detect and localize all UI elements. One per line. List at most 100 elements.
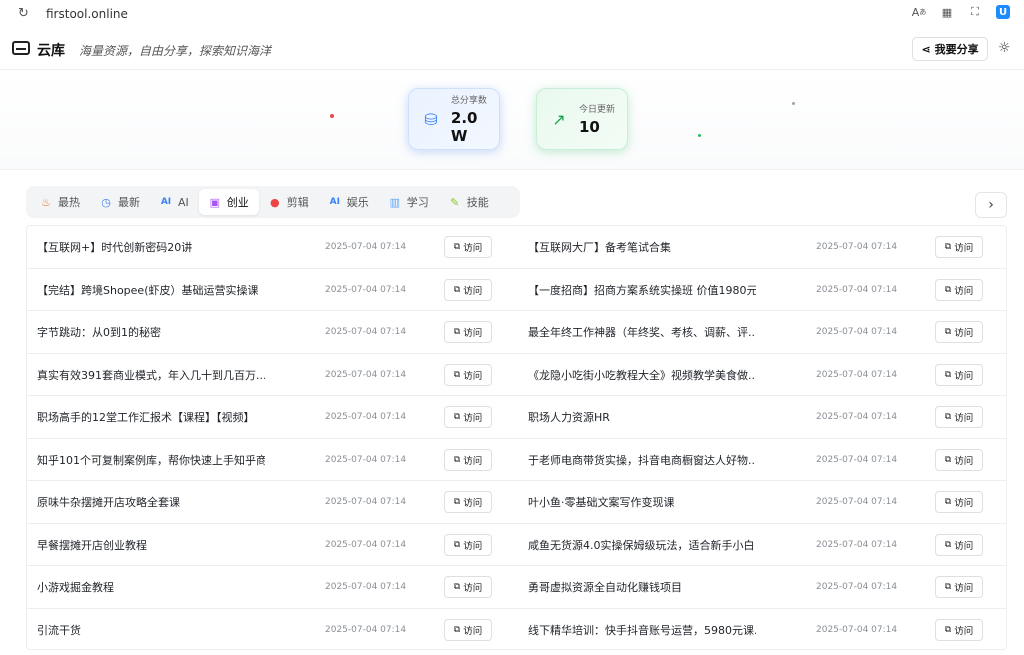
- tab-ai[interactable]: AI AI: [150, 189, 199, 215]
- external-link-icon: ⧉: [944, 284, 952, 295]
- tab-skills[interactable]: ✎ 技能: [439, 189, 499, 215]
- resource-title[interactable]: 《龙隐小吃街小吃教程大全》视频教学美食做...: [528, 354, 756, 396]
- share-button[interactable]: ⋖ 我要分享: [912, 37, 988, 61]
- visit-cell: ⧉ 访问: [444, 439, 492, 481]
- category-tabs: ♨ 最热 ◷ 最新 AI AI ▣ 创业 ● 剪辑 AI 娱乐 ▥ 学习 ✎ 技能: [26, 186, 520, 218]
- visit-button[interactable]: ⧉ 访问: [935, 278, 983, 301]
- external-link-icon: ⧉: [453, 582, 461, 592]
- visit-button[interactable]: ⧉ 访问: [444, 363, 492, 386]
- sun-icon[interactable]: ☼: [998, 40, 1011, 56]
- visit-button[interactable]: ⧉ 访问: [935, 491, 983, 513]
- visit-button-label: 访问: [954, 625, 974, 637]
- visit-button[interactable]: ⧉ 访问: [444, 321, 492, 343]
- address-bar[interactable]: firstool.online: [46, 7, 128, 21]
- tab-hot[interactable]: ♨ 最热: [30, 189, 90, 215]
- visit-button[interactable]: ⧉ 访问: [444, 278, 492, 301]
- table-row: 职场高手的12堂工作汇报术【课程】【视频】 2025-07-04 07:14 ⧉ 访问…: [27, 396, 1006, 439]
- visit-button-label: 访问: [463, 285, 483, 297]
- tab-label: 技能: [466, 196, 489, 209]
- resource-title[interactable]: 早餐摆摊开店创业教程: [37, 524, 147, 566]
- visit-button[interactable]: ⧉ 访问: [935, 321, 983, 343]
- qr-code-icon[interactable]: ▦: [940, 5, 954, 19]
- tab-editing[interactable]: ● 剪辑: [259, 189, 319, 215]
- resource-title[interactable]: 【完结】跨境Shopee(虾皮）基础运营实操课: [37, 269, 259, 311]
- resource-title[interactable]: 勇哥虚拟资源全自动化赚钱项目: [528, 566, 682, 608]
- visit-cell: ⧉ 访问: [444, 269, 492, 311]
- tab-label: 剪辑: [286, 196, 309, 209]
- resource-title[interactable]: 职场人力资源HR: [528, 396, 610, 438]
- visit-button[interactable]: ⧉ 访问: [935, 618, 983, 641]
- visit-cell: ⧉ 访问: [444, 524, 492, 566]
- visit-button[interactable]: ⧉ 访问: [444, 618, 492, 641]
- visit-button[interactable]: ⧉ 访问: [935, 236, 983, 258]
- external-link-icon: ⧉: [944, 369, 952, 380]
- translate-icon[interactable]: Aあ: [912, 5, 927, 19]
- visit-button-label: 访问: [463, 583, 483, 594]
- resource-title[interactable]: 职场高手的12堂工作汇报术【课程】【视频】: [37, 396, 255, 438]
- external-link-icon: ⧉: [944, 582, 952, 592]
- tab-newest[interactable]: ◷ 最新: [90, 189, 150, 215]
- site-logo-text[interactable]: 云库: [37, 40, 65, 60]
- external-link-icon: ⧉: [453, 284, 461, 295]
- visit-button[interactable]: ⧉ 访问: [444, 576, 492, 598]
- resource-date: 2025-07-04 07:14: [325, 539, 407, 550]
- chevron-right-icon[interactable]: ›: [975, 192, 1007, 218]
- table-row: 字节跳动：从0到1的秘密 2025-07-04 07:14 ⧉ 访问 最全年终工作神器（…: [27, 311, 1006, 354]
- visit-button[interactable]: ⧉ 访问: [444, 406, 492, 428]
- visit-button[interactable]: ⧉ 访问: [444, 533, 492, 556]
- resource-title[interactable]: 咸鱼无货源4.0实操保姆级玩法，适合新手小白: [528, 524, 755, 566]
- visit-button[interactable]: ⧉ 访问: [935, 576, 983, 598]
- external-link-icon: ⧉: [453, 327, 461, 337]
- resource-title[interactable]: 【互联网大厂】备考笔试合集: [528, 226, 671, 268]
- resource-date: 2025-07-04 07:14: [325, 624, 407, 635]
- resource-title[interactable]: 原味牛杂摆摊开店攻略全套课: [37, 481, 180, 523]
- tab-startup[interactable]: ▣ 创业: [198, 189, 259, 215]
- record-icon: ●: [269, 195, 280, 209]
- table-row: 早餐摆摊开店创业教程 2025-07-04 07:14 ⧉ 访问 咸鱼无货源4.0实操保…: [27, 524, 1006, 566]
- tab-label: 学习: [406, 196, 429, 209]
- extension-icon[interactable]: U: [996, 5, 1010, 19]
- resource-date: 2025-07-04 07:14: [816, 454, 898, 465]
- resource-date: 2025-07-04 07:14: [816, 582, 898, 592]
- resource-title[interactable]: 叶小鱼·零基础文案写作变现课: [528, 481, 675, 523]
- visit-button-label: 访问: [954, 370, 974, 382]
- external-link-icon: ⧉: [453, 454, 461, 465]
- visit-button-label: 访问: [954, 243, 974, 254]
- table-row: 知乎101个可复制案例库，帮你快速上手知乎商... 2025-07-04 07:1…: [27, 439, 1006, 481]
- resource-title[interactable]: 引流干货: [37, 609, 81, 651]
- resource-title[interactable]: 知乎101个可复制案例库，帮你快速上手知乎商...: [37, 439, 265, 481]
- visit-button[interactable]: ⧉ 访问: [444, 448, 492, 471]
- visit-button-label: 访问: [954, 328, 974, 339]
- resource-title[interactable]: 真实有效391套商业模式，年入几十到几百万...: [37, 354, 265, 396]
- external-link-icon: ⧉: [453, 539, 461, 550]
- visit-button-label: 访问: [954, 498, 974, 509]
- visit-cell: ⧉ 访问: [444, 226, 492, 268]
- visit-button[interactable]: ⧉ 访问: [935, 363, 983, 386]
- resource-title[interactable]: 小游戏掘金教程: [37, 566, 114, 608]
- visit-button[interactable]: ⧉ 访问: [444, 236, 492, 258]
- stat-value: 10: [579, 118, 600, 136]
- visit-button-label: 访问: [463, 413, 483, 424]
- visit-button[interactable]: ⧉ 访问: [935, 448, 983, 471]
- visit-button[interactable]: ⧉ 访问: [935, 406, 983, 428]
- resource-title[interactable]: 于老师电商带货实操，抖音电商橱窗达人好物...: [528, 439, 756, 481]
- visit-button-label: 访问: [954, 413, 974, 424]
- reload-icon[interactable]: ↻: [18, 6, 29, 21]
- screenshot-icon[interactable]: ⛶: [968, 5, 982, 19]
- resource-title[interactable]: 【一度招商】招商方案系统实操班 价值1980元: [528, 269, 756, 311]
- visit-cell: ⧉ 访问: [935, 609, 983, 651]
- resource-date: 2025-07-04 07:14: [816, 412, 898, 422]
- resource-date: 2025-07-04 07:14: [816, 284, 898, 295]
- resource-title[interactable]: 【互联网+】时代创新密码20讲: [37, 226, 192, 268]
- visit-button[interactable]: ⧉ 访问: [935, 533, 983, 556]
- tab-entertainment[interactable]: AI 娱乐: [319, 189, 379, 215]
- visit-button-label: 访问: [463, 328, 483, 339]
- visit-button[interactable]: ⧉ 访问: [444, 491, 492, 513]
- hard-drive-icon[interactable]: [12, 41, 30, 55]
- resource-title[interactable]: 线下精华培训：快手抖音账号运营，5980元课...: [528, 609, 756, 651]
- tab-learning[interactable]: ▥ 学习: [379, 189, 439, 215]
- external-link-icon: ⧉: [944, 454, 952, 465]
- resource-title[interactable]: 字节跳动：从0到1的秘密: [37, 311, 161, 353]
- resource-title[interactable]: 最全年终工作神器（年终奖、考核、调薪、评...: [528, 311, 756, 353]
- resource-date: 2025-07-04 07:14: [325, 327, 407, 337]
